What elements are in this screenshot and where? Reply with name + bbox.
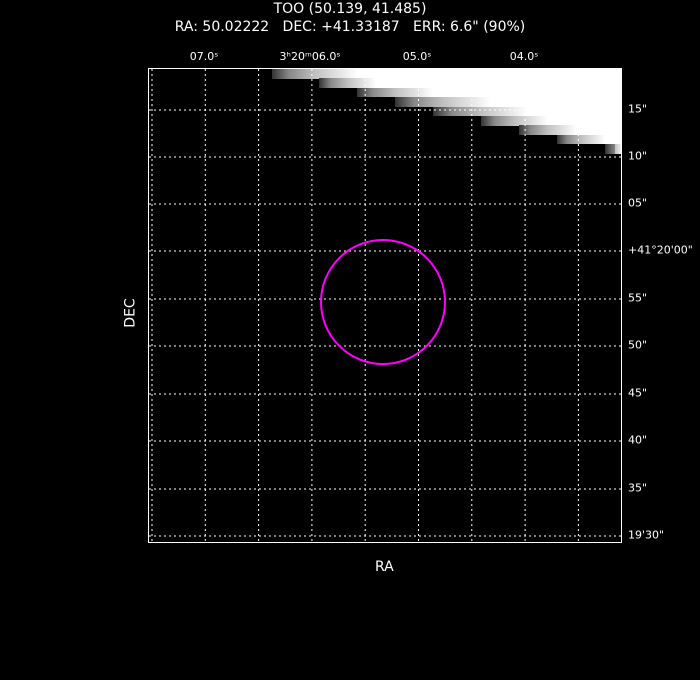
dec-tick-label: 19'30": [628, 528, 665, 542]
dec-tick-label: 55": [628, 291, 648, 305]
grid-overlay: [149, 69, 621, 542]
error-circle: [320, 239, 446, 365]
dec-tick-label: 45": [628, 386, 648, 400]
ra-tick-label: 05.0ˢ: [402, 50, 432, 63]
y-axis-label: DEC: [122, 298, 139, 328]
plot-title: TOO (50.139, 41.485): [273, 1, 427, 17]
ra-tick-label: 3ʰ20ᵐ06.0ˢ: [279, 50, 341, 63]
dec-tick-label: 40": [628, 433, 648, 447]
plot-subtitle: RA: 50.02222 DEC: +41.33187 ERR: 6.6" (9…: [174, 19, 526, 35]
dec-tick-label: 35": [628, 481, 648, 495]
dec-tick-label: +41°20'00": [628, 243, 693, 257]
ra-tick-label: 07.0ˢ: [189, 50, 219, 63]
dec-tick-label: 50": [628, 338, 648, 352]
dec-tick-label: 10": [628, 149, 648, 163]
ra-tick-label: 04.0ˢ: [509, 50, 539, 63]
dec-tick-label: 05": [628, 196, 648, 210]
dec-tick-label: 15": [628, 102, 648, 116]
x-axis-label: RA: [375, 559, 394, 575]
sky-image: [148, 68, 622, 543]
